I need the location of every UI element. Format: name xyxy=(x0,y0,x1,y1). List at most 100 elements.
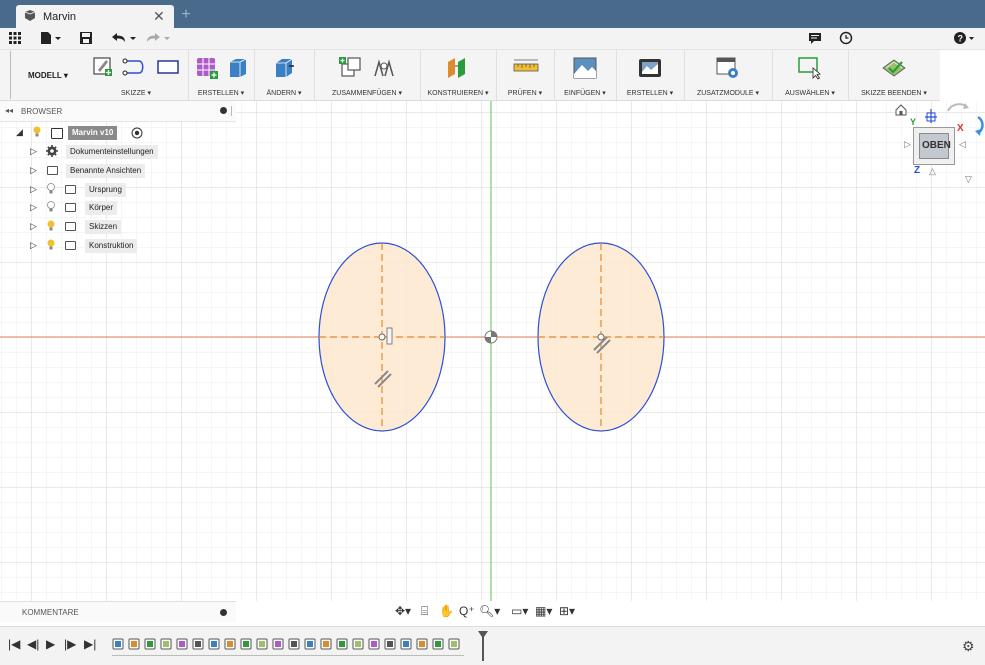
press-pull-icon[interactable] xyxy=(272,56,296,80)
origin-point-icon[interactable] xyxy=(484,330,498,344)
create-form-icon[interactable] xyxy=(195,56,219,80)
ribbon-group-label[interactable]: ERSTELLEN ▾ xyxy=(616,89,684,97)
browser-item-origin[interactable]: ▷ Ursprung xyxy=(30,183,170,197)
new-tab-button[interactable]: + xyxy=(178,6,194,24)
ribbon-group-label[interactable]: ÄNDERN ▾ xyxy=(254,89,314,97)
step-forward-icon[interactable]: |▶ xyxy=(64,637,76,651)
play-icon[interactable]: ▶ xyxy=(46,637,55,651)
display-settings-icon[interactable]: ▭▾ xyxy=(511,604,528,618)
lightbulb-off-icon[interactable] xyxy=(47,201,55,213)
timeline-feature-icon[interactable] xyxy=(400,637,412,651)
collapsed-triangle-icon[interactable]: ▷ xyxy=(30,202,37,213)
lightbulb-off-icon[interactable] xyxy=(47,183,55,195)
viewports-icon[interactable]: ⊞▾ xyxy=(559,604,575,618)
measure-icon[interactable] xyxy=(513,56,539,78)
timeline-feature-icon[interactable] xyxy=(352,637,364,651)
browser-options-button[interactable] xyxy=(220,107,227,114)
collapsed-triangle-icon[interactable]: ▷ xyxy=(30,146,37,157)
close-tab-button[interactable]: ✕ xyxy=(153,8,165,25)
rotate-arrow-icon[interactable] xyxy=(974,115,985,137)
ribbon-group-label[interactable]: ERSTELLEN ▾ xyxy=(188,89,254,97)
browser-item-named-views[interactable]: ▷ Benannte Ansichten xyxy=(30,164,170,178)
browser-item-sketches[interactable]: ▷ Skizzen xyxy=(30,220,170,234)
zoom-icon[interactable]: Q⁺ xyxy=(459,604,475,618)
timeline-feature-icon[interactable] xyxy=(176,637,188,651)
joint-icon[interactable] xyxy=(372,56,396,80)
extrude-icon[interactable] xyxy=(226,56,250,80)
ribbon-group-label[interactable]: SKIZZE BEENDEN ▾ xyxy=(848,89,940,97)
collapse-browser-icon[interactable]: ◂◂ xyxy=(5,106,13,115)
new-component-icon[interactable] xyxy=(338,56,362,80)
timeline-feature-icon[interactable] xyxy=(192,637,204,651)
timeline-feature-icon[interactable] xyxy=(320,637,332,651)
scripts-addins-icon[interactable] xyxy=(715,56,741,80)
save-icon[interactable] xyxy=(79,31,93,45)
go-to-end-icon[interactable]: ▶| xyxy=(84,637,96,651)
ribbon-group-label[interactable]: ZUSATZMODULE ▾ xyxy=(684,89,772,97)
timeline-feature-icon[interactable] xyxy=(288,637,300,651)
timeline-marker[interactable] xyxy=(478,631,488,661)
lightbulb-icon[interactable] xyxy=(33,126,41,138)
ellipse-center-point[interactable] xyxy=(378,333,386,341)
rotate-view-icon[interactable] xyxy=(945,101,973,117)
browser-item-bodies[interactable]: ▷ Körper xyxy=(30,201,170,215)
timeline-feature-icon[interactable] xyxy=(384,637,396,651)
browser-item-construction[interactable]: ▷ Konstruktion xyxy=(30,239,170,253)
render-icon[interactable] xyxy=(637,56,663,80)
ribbon-group-label[interactable]: SKIZZE ▾ xyxy=(84,89,188,97)
finish-sketch-icon[interactable] xyxy=(881,56,907,80)
clock-icon[interactable] xyxy=(839,31,853,45)
ribbon-group-label[interactable]: KONSTRUIEREN ▾ xyxy=(420,89,496,97)
timeline-feature-icon[interactable] xyxy=(224,637,236,651)
viewcube-down-arrow[interactable]: △ xyxy=(929,166,936,177)
look-at-icon[interactable]: ⌸ xyxy=(421,604,428,619)
collapsed-triangle-icon[interactable]: ▷ xyxy=(30,184,37,195)
file-icon[interactable] xyxy=(40,31,62,45)
browser-item-document-settings[interactable]: ▷ Dokumenteinstellungen xyxy=(30,145,170,159)
home-view-icon[interactable] xyxy=(894,103,908,117)
timeline-feature-icon[interactable] xyxy=(272,637,284,651)
offset-plane-icon[interactable] xyxy=(445,56,471,80)
collapsed-triangle-icon[interactable]: ▷ xyxy=(30,165,37,176)
workspace-switcher[interactable]: MODELL ▾ xyxy=(10,51,83,99)
vertical-constraint-icon[interactable] xyxy=(386,327,393,345)
timeline-feature-icon[interactable] xyxy=(256,637,268,651)
chat-icon[interactable] xyxy=(808,32,822,45)
document-tab[interactable]: Marvin ✕ xyxy=(16,5,174,28)
timeline-feature-icon[interactable] xyxy=(128,637,140,651)
timeline-feature-icon[interactable] xyxy=(432,637,444,651)
lightbulb-icon[interactable] xyxy=(47,220,55,232)
app-grid-icon[interactable] xyxy=(9,32,21,44)
collapsed-triangle-icon[interactable]: ▷ xyxy=(30,240,37,251)
panel-resize-handle[interactable] xyxy=(231,106,232,116)
timeline-feature-icon[interactable] xyxy=(336,637,348,651)
comments-options-button[interactable] xyxy=(220,609,227,616)
viewcube[interactable]: OBEN xyxy=(913,127,955,165)
browser-root-node[interactable]: ◢ Marvin v10 xyxy=(16,126,156,140)
grid-settings-icon[interactable]: ▦▾ xyxy=(535,604,552,618)
viewcube-left-arrow[interactable]: ▷ xyxy=(904,139,911,150)
timeline-feature-icon[interactable] xyxy=(208,637,220,651)
help-icon[interactable]: ? xyxy=(953,31,975,45)
create-sketch-icon[interactable] xyxy=(92,56,114,78)
collapsed-triangle-icon[interactable]: ▷ xyxy=(30,221,37,232)
viewcube-right-arrow[interactable]: ◁ xyxy=(959,139,966,150)
timeline-feature-icon[interactable] xyxy=(416,637,428,651)
redo-icon[interactable] xyxy=(145,31,171,45)
ellipse-center-point[interactable] xyxy=(597,333,605,341)
timeline-feature-icon[interactable] xyxy=(368,637,380,651)
timeline-feature-icon[interactable] xyxy=(304,637,316,651)
lightbulb-icon[interactable] xyxy=(47,239,55,251)
timeline-feature-icon[interactable] xyxy=(144,637,156,651)
viewcube-menu-icon[interactable]: ▽ xyxy=(965,174,972,185)
rectangle-tool-icon[interactable] xyxy=(156,56,180,78)
insert-image-icon[interactable] xyxy=(572,56,598,80)
select-icon[interactable] xyxy=(797,56,823,80)
expanded-triangle-icon[interactable]: ◢ xyxy=(16,127,23,138)
timeline-settings-gear-icon[interactable]: ⚙ xyxy=(962,638,975,655)
undo-icon[interactable] xyxy=(111,31,137,45)
line-tool-icon[interactable] xyxy=(122,56,148,78)
activate-radio-icon[interactable] xyxy=(131,127,143,139)
ribbon-group-label[interactable]: PRÜFEN ▾ xyxy=(496,89,554,97)
ribbon-group-label[interactable]: EINFÜGEN ▾ xyxy=(554,89,616,97)
